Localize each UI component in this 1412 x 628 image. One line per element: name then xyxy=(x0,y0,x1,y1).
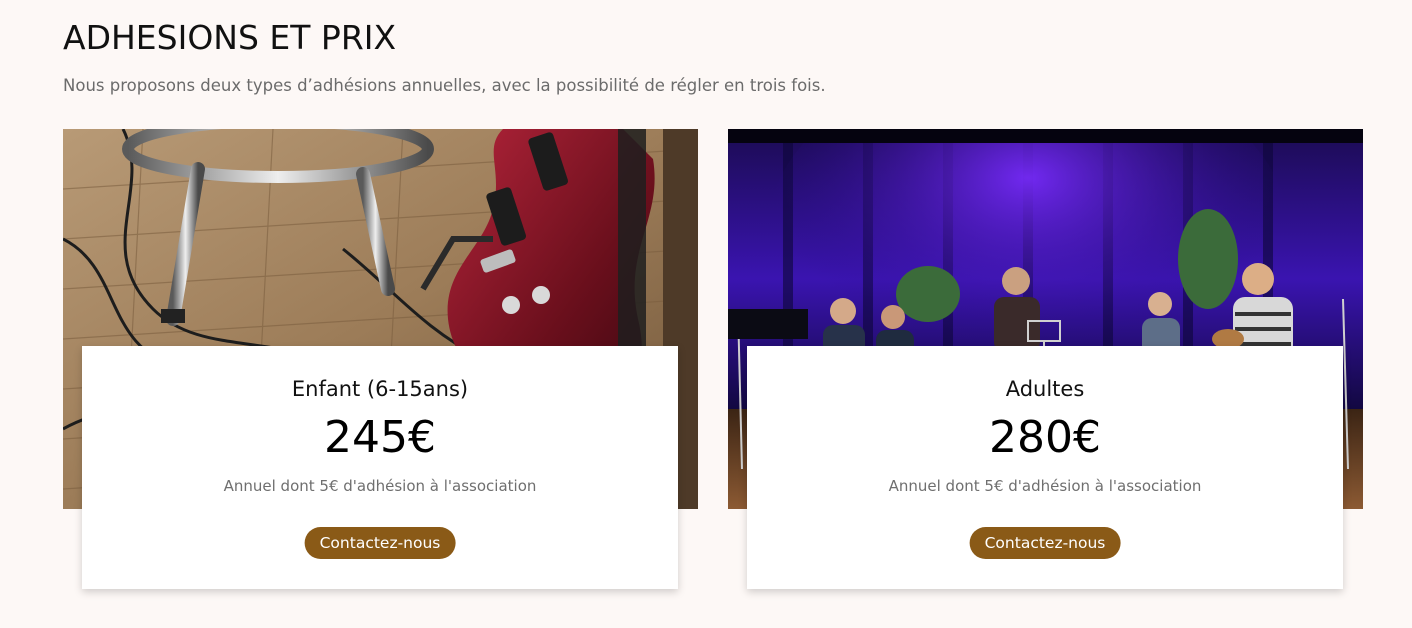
pricing-box-enfant: Enfant (6-15ans) 245€ Annuel dont 5€ d'a… xyxy=(82,346,678,589)
plan-name: Adultes xyxy=(1005,377,1085,401)
pricing-card-adultes: Adultes 280€ Annuel dont 5€ d'adhésion à… xyxy=(728,129,1363,599)
plan-note: Annuel dont 5€ d'adhésion à l'associatio… xyxy=(888,477,1202,495)
section-subtitle: Nous proposons deux types d’adhésions an… xyxy=(63,76,826,95)
contact-button-adultes[interactable]: Contactez-nous xyxy=(969,527,1121,559)
section-title: ADHESIONS ET PRIX xyxy=(63,18,397,57)
contact-button-enfant[interactable]: Contactez-nous xyxy=(304,527,456,559)
pricing-card-enfant: Enfant (6-15ans) 245€ Annuel dont 5€ d'a… xyxy=(63,129,698,599)
plan-note: Annuel dont 5€ d'adhésion à l'associatio… xyxy=(223,477,537,495)
plan-price: 245€ xyxy=(324,412,436,463)
plan-name: Enfant (6-15ans) xyxy=(291,377,469,401)
pricing-box-adultes: Adultes 280€ Annuel dont 5€ d'adhésion à… xyxy=(747,346,1343,589)
plan-price: 280€ xyxy=(989,412,1101,463)
